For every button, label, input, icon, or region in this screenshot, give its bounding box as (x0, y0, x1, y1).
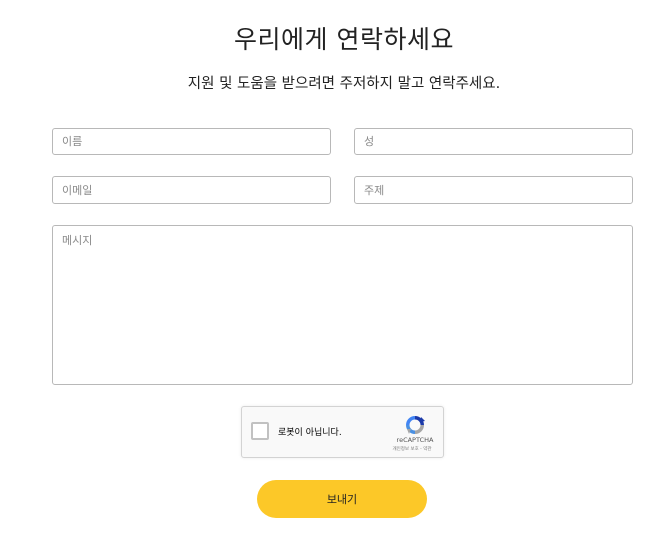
recaptcha-logo-icon (406, 416, 425, 434)
recaptcha-checkbox[interactable] (251, 422, 269, 440)
recaptcha-label: 로봇이 아닙니다. (278, 428, 342, 438)
subject-input[interactable] (354, 176, 633, 204)
email-input[interactable] (52, 176, 331, 204)
recaptcha-terms-link[interactable]: 개인정보 보호 - 약관 (382, 446, 442, 452)
message-textarea[interactable] (52, 225, 633, 385)
recaptcha-widget: 로봇이 아닙니다. reCAPTCHA 개인정보 보호 - 약관 (241, 406, 444, 458)
send-button[interactable]: 보내기 (257, 480, 427, 518)
first-name-input[interactable] (52, 128, 331, 155)
page-title: 우리에게 연락하세요 (234, 25, 454, 54)
page-subtitle: 지원 및 도움을 받으려면 주저하지 말고 연락주세요. (187, 76, 501, 92)
recaptcha-brand: reCAPTCHA (396, 436, 434, 444)
last-name-input[interactable] (354, 128, 633, 155)
